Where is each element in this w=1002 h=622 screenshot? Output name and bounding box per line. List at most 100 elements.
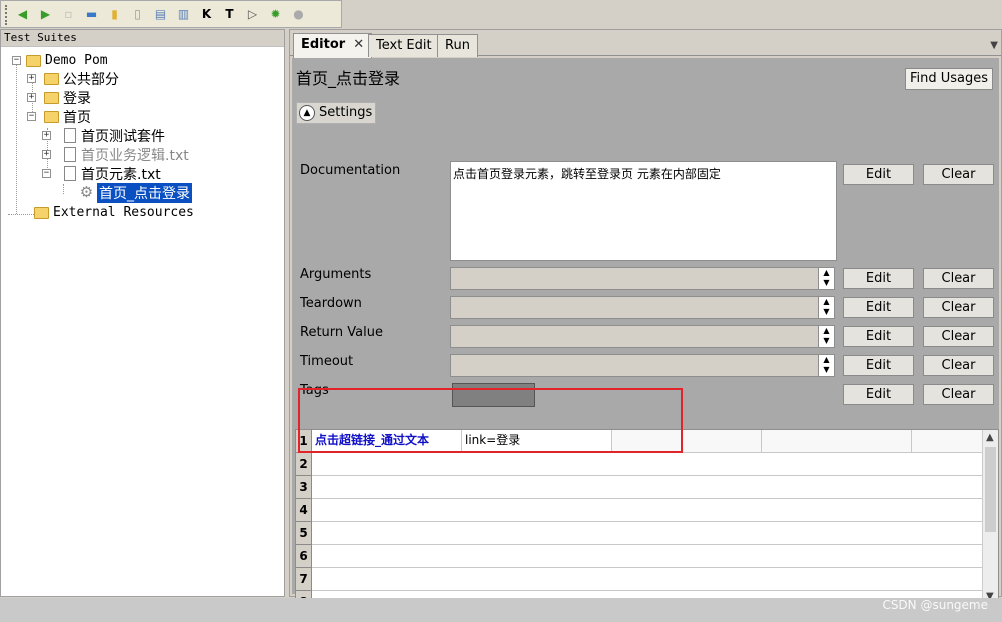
grid-row-empty[interactable] bbox=[312, 499, 984, 522]
documentation-clear-button[interactable]: Clear bbox=[923, 164, 994, 185]
row-number[interactable]: 5 bbox=[296, 522, 312, 545]
spin-arrows-icon[interactable]: ▲ ▼ bbox=[818, 355, 834, 376]
grid-row-empty[interactable] bbox=[312, 545, 984, 568]
keyword-search-icon[interactable]: K bbox=[197, 5, 216, 24]
open-folder-icon[interactable]: ▬ bbox=[82, 5, 101, 24]
tree-node-label: 首页元素.txt bbox=[81, 166, 161, 183]
tree-node-home-elements[interactable]: − 首页元素.txt bbox=[42, 164, 161, 183]
spin-arrows-icon[interactable]: ▲ ▼ bbox=[818, 326, 834, 347]
timeout-edit-button[interactable]: Edit bbox=[843, 355, 914, 376]
documentation-label: Documentation bbox=[300, 163, 401, 178]
expand-icon[interactable]: + bbox=[42, 150, 51, 159]
row-number[interactable]: 3 bbox=[296, 476, 312, 499]
tags-label: Tags bbox=[300, 383, 329, 398]
grid-cell[interactable]: 点击超链接_通过文本 bbox=[312, 430, 462, 453]
collapse-icon[interactable]: − bbox=[42, 169, 51, 178]
return-value-field[interactable]: ▲ ▼ bbox=[450, 325, 835, 348]
page-title: 首页_点击登录 bbox=[296, 69, 401, 88]
documentation-edit-button[interactable]: Edit bbox=[843, 164, 914, 185]
tree-node-demo-pom[interactable]: − Demo Pom bbox=[12, 51, 108, 70]
open-directory-icon[interactable]: ▮ bbox=[105, 5, 124, 24]
timeout-field[interactable]: ▲ ▼ bbox=[450, 354, 835, 377]
tree-node-label: 首页测试套件 bbox=[81, 128, 165, 145]
tree-node-login[interactable]: + 登录 bbox=[27, 88, 91, 107]
teardown-edit-button[interactable]: Edit bbox=[843, 297, 914, 318]
grid-row-empty[interactable] bbox=[312, 476, 984, 499]
tab-menu-icon[interactable]: ▼ bbox=[990, 40, 998, 51]
tree-node-label: Demo Pom bbox=[45, 53, 108, 68]
grid-cell[interactable] bbox=[912, 430, 984, 453]
tree-node-label: 登录 bbox=[63, 90, 91, 107]
tree-node-home[interactable]: − 首页 bbox=[27, 107, 91, 126]
scrollbar-thumb[interactable] bbox=[985, 447, 996, 532]
tags-field[interactable] bbox=[452, 383, 535, 407]
back-icon[interactable]: ◀ bbox=[13, 5, 32, 24]
teardown-field[interactable]: ▲ ▼ bbox=[450, 296, 835, 319]
documentation-field[interactable]: 点击首页登录元素，跳转至登录页 元素在内部固定 bbox=[450, 161, 837, 261]
new-project-icon[interactable]: ▫ bbox=[59, 5, 78, 24]
folder-icon bbox=[44, 91, 59, 104]
file-icon bbox=[64, 128, 76, 143]
expand-icon[interactable]: + bbox=[27, 74, 36, 83]
settings-toggle[interactable]: ▲ Settings bbox=[296, 102, 377, 124]
save-icon[interactable]: ▤ bbox=[151, 5, 170, 24]
tree-node-label: 首页_点击登录 bbox=[97, 182, 192, 203]
tree-node-external-resources[interactable]: External Resources bbox=[34, 203, 194, 222]
expand-icon[interactable]: + bbox=[27, 93, 36, 102]
run-icon[interactable]: ▷ bbox=[243, 5, 262, 24]
tree-node-home-logic[interactable]: + 首页业务逻辑.txt bbox=[42, 145, 189, 164]
scroll-up-icon[interactable]: ▲ bbox=[986, 432, 994, 443]
forward-icon[interactable]: ▶ bbox=[36, 5, 55, 24]
row-number[interactable]: 4 bbox=[296, 499, 312, 522]
tab-text-edit[interactable]: Text Edit bbox=[368, 34, 440, 57]
folder-icon bbox=[26, 54, 41, 67]
return-value-edit-button[interactable]: Edit bbox=[843, 326, 914, 347]
grid-row-empty[interactable] bbox=[312, 522, 984, 545]
collapse-icon[interactable]: − bbox=[27, 112, 36, 121]
folder-edit-icon bbox=[44, 110, 59, 123]
vertical-scrollbar[interactable]: ▲ ▼ bbox=[982, 430, 998, 605]
spin-arrows-icon[interactable]: ▲ ▼ bbox=[818, 268, 834, 289]
tree-node-common[interactable]: + 公共部分 bbox=[27, 69, 119, 88]
status-bar bbox=[0, 598, 1002, 622]
tags-clear-button[interactable]: Clear bbox=[923, 384, 994, 405]
close-icon[interactable]: ✕ bbox=[353, 37, 364, 52]
settings-label: Settings bbox=[319, 105, 373, 120]
arguments-field[interactable]: ▲ ▼ bbox=[450, 267, 835, 290]
folder-edit-icon bbox=[34, 206, 49, 219]
timeout-clear-button[interactable]: Clear bbox=[923, 355, 994, 376]
grid-cell[interactable]: link=登录 bbox=[462, 430, 612, 453]
row-number[interactable]: 7 bbox=[296, 568, 312, 591]
spin-arrows-icon[interactable]: ▲ ▼ bbox=[818, 297, 834, 318]
watermark: CSDN @sungeme bbox=[882, 598, 988, 612]
toolbar-grip[interactable] bbox=[5, 5, 9, 25]
save-all-icon[interactable]: ▥ bbox=[174, 5, 193, 24]
arguments-edit-button[interactable]: Edit bbox=[843, 268, 914, 289]
grid-row-empty[interactable] bbox=[312, 453, 984, 476]
return-value-label: Return Value bbox=[300, 325, 383, 340]
tree-node-home-suite[interactable]: + 首页测试套件 bbox=[42, 126, 165, 145]
grid-cell[interactable] bbox=[612, 430, 762, 453]
grid-cell[interactable] bbox=[762, 430, 912, 453]
test-search-icon[interactable]: T bbox=[220, 5, 239, 24]
row-number[interactable]: 6 bbox=[296, 545, 312, 568]
row-number[interactable]: 1 bbox=[296, 430, 312, 453]
teardown-clear-button[interactable]: Clear bbox=[923, 297, 994, 318]
tree-node-label: 公共部分 bbox=[63, 71, 119, 88]
tags-edit-button[interactable]: Edit bbox=[843, 384, 914, 405]
new-file-icon[interactable]: ▯ bbox=[128, 5, 147, 24]
collapse-icon[interactable]: − bbox=[12, 56, 21, 65]
debug-icon[interactable]: ✹ bbox=[266, 5, 285, 24]
tree-node-home-click-login[interactable]: ⚙ 首页_点击登录 bbox=[79, 182, 192, 203]
tab-run[interactable]: Run bbox=[437, 34, 478, 57]
find-usages-button[interactable]: Find Usages bbox=[905, 68, 993, 90]
grid-row-empty[interactable] bbox=[312, 568, 984, 591]
tab-editor[interactable]: Editor ✕ bbox=[293, 33, 373, 58]
resource-file-icon bbox=[64, 166, 76, 181]
expand-icon[interactable]: + bbox=[42, 131, 51, 140]
stop-icon[interactable]: ● bbox=[289, 5, 308, 24]
return-value-clear-button[interactable]: Clear bbox=[923, 326, 994, 347]
row-number[interactable]: 2 bbox=[296, 453, 312, 476]
teardown-label: Teardown bbox=[300, 296, 362, 311]
arguments-clear-button[interactable]: Clear bbox=[923, 268, 994, 289]
